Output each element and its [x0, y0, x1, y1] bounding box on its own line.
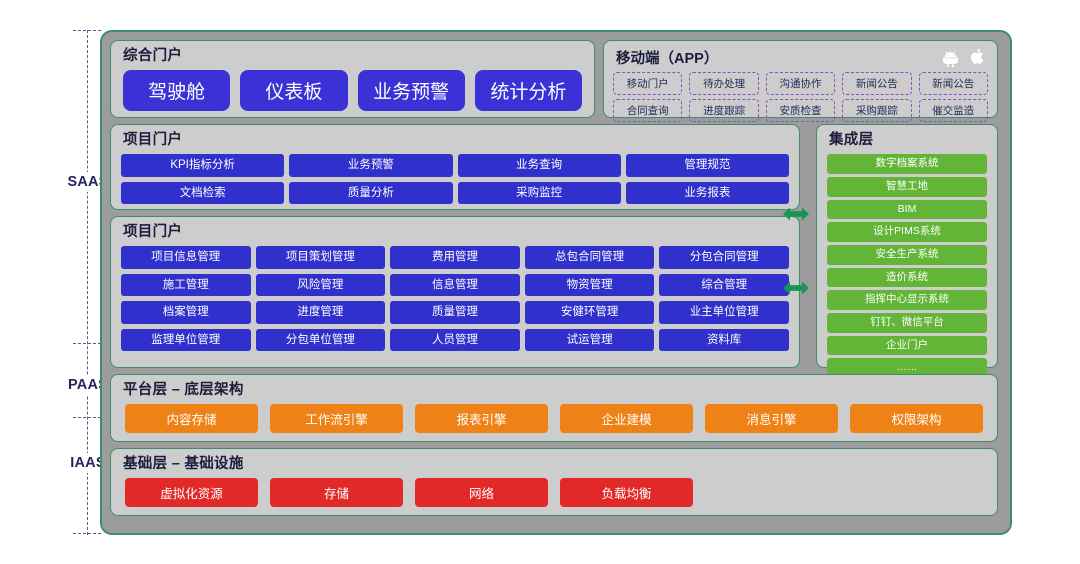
connector-arrow-bottom [782, 278, 810, 303]
module-button[interactable]: 施工管理 [121, 273, 251, 297]
kpi-button[interactable]: 采购监控 [457, 181, 621, 205]
mobile-chip[interactable]: 进度跟踪 [689, 99, 759, 122]
module-button[interactable]: 档案管理 [121, 301, 251, 324]
module-button[interactable]: 进度管理 [255, 301, 386, 324]
panel-mobile-app: 移动端（APP） 移动门户 待办处理 沟通协作 新闻公告 新闻公告 合同查询 进… [603, 40, 998, 122]
iaas-button[interactable]: 虚拟化资源 [125, 478, 258, 508]
mobile-chip-grid: 移动门户 待办处理 沟通协作 新闻公告 新闻公告 合同查询 进度跟踪 安质检查 … [604, 72, 997, 122]
module-button[interactable]: 项目策划管理 [255, 246, 386, 269]
portal-title: 综合门户 [123, 48, 183, 64]
iaas-title: 基础层 – 基础设施 [123, 456, 244, 472]
integration-item[interactable]: 设计PIMS系统 [827, 222, 987, 242]
module-button[interactable]: 信息管理 [390, 273, 520, 297]
integration-item[interactable]: 企业门户 [827, 335, 987, 356]
module-button[interactable]: 人员管理 [390, 328, 520, 351]
mobile-chip[interactable]: 新闻公告 [918, 72, 988, 95]
portal-button-row: 驾驶舱 仪表板 业务预警 统计分析 [111, 70, 594, 112]
kpi-button[interactable]: 管理规范 [625, 154, 789, 177]
module-button[interactable]: 安健环管理 [524, 301, 655, 324]
android-icon [943, 50, 958, 67]
module-button[interactable]: 物资管理 [524, 273, 655, 297]
paas-button[interactable]: 工作流引擎 [270, 404, 403, 434]
panel-infrastructure-layer: 基础层 – 基础设施 虚拟化资源 存储 网络 负载均衡 [110, 448, 998, 516]
integration-item[interactable]: BIM [827, 199, 987, 220]
apple-icon [971, 48, 984, 64]
panel-integration-layer: 集成层 数字档案系统 智慧工地 BIM 设计PIMS系统 安全生产系统 造价系统… [816, 124, 998, 378]
module-button[interactable]: 监理单位管理 [121, 328, 251, 351]
module-button[interactable]: 业主单位管理 [659, 301, 789, 324]
mobile-chip[interactable]: 合同查询 [613, 99, 683, 122]
kpi-button-grid: KPI指标分析 业务预警 业务查询 管理规范 文档检索 质量分析 采购监控 业务… [111, 154, 799, 213]
module-button[interactable]: 综合管理 [659, 273, 789, 297]
paas-title: 平台层 – 底层架构 [123, 382, 244, 398]
integration-item[interactable]: 钉钉、微信平台 [827, 312, 987, 333]
integration-item[interactable]: 安全生产系统 [827, 244, 987, 265]
kpi-button[interactable]: KPI指标分析 [121, 154, 285, 177]
integration-list: 数字档案系统 智慧工地 BIM 设计PIMS系统 安全生产系统 造价系统 指挥中… [817, 154, 997, 383]
panel-comprehensive-portal: 综合门户 驾驶舱 仪表板 业务预警 统计分析 [110, 40, 595, 118]
mobile-chip[interactable]: 新闻公告 [842, 72, 912, 95]
module-button[interactable]: 分包单位管理 [255, 328, 386, 351]
integration-item[interactable]: 智慧工地 [827, 177, 987, 197]
double-arrow-icon [783, 207, 809, 221]
modules-title: 项目门户 [123, 224, 183, 240]
axis-tick-saas-paas [73, 343, 101, 344]
axis-tick-top [73, 30, 101, 31]
architecture-diagram: SAAS PAAS IAAS 综合门户 驾驶舱 仪表板 业务预警 统计分析 移动… [0, 0, 1080, 564]
paas-button[interactable]: 消息引擎 [705, 404, 838, 434]
mobile-chip[interactable]: 沟通协作 [765, 72, 836, 95]
axis-tick-bottom [73, 533, 101, 534]
panel-project-portal-kpi: 项目门户 KPI指标分析 业务预警 业务查询 管理规范 文档检索 质量分析 采购… [110, 124, 800, 210]
iaas-button[interactable]: 网络 [415, 478, 548, 508]
mobile-chip[interactable]: 采购跟踪 [842, 99, 912, 122]
connector-arrow-top [782, 204, 810, 229]
iaas-button[interactable]: 存储 [270, 478, 403, 508]
module-button[interactable]: 质量管理 [390, 301, 520, 324]
paas-button[interactable]: 权限架构 [850, 404, 983, 434]
kpi-button[interactable]: 质量分析 [289, 181, 453, 205]
paas-button[interactable]: 内容存储 [125, 404, 258, 434]
paas-button-grid: 内容存储 工作流引擎 报表引擎 企业建模 消息引擎 权限架构 [111, 404, 997, 434]
integration-item[interactable]: 造价系统 [827, 267, 987, 288]
kpi-button[interactable]: 业务预警 [289, 154, 453, 177]
double-arrow-icon [783, 281, 809, 295]
portal-button[interactable]: 统计分析 [474, 70, 582, 112]
axis-tick-paas-iaas [73, 417, 101, 418]
kpi-button[interactable]: 文档检索 [121, 181, 285, 205]
portal-button[interactable]: 驾驶舱 [123, 70, 231, 112]
module-button[interactable]: 资料库 [659, 328, 789, 351]
integration-item[interactable]: 指挥中心显示系统 [827, 290, 987, 310]
panel-project-portal-modules: 项目门户 项目信息管理 项目策划管理 费用管理 总包合同管理 分包合同管理 施工… [110, 216, 800, 368]
mobile-chip[interactable]: 催交监造 [918, 99, 988, 122]
iaas-button[interactable]: 负载均衡 [560, 478, 693, 508]
kpi-title: 项目门户 [123, 132, 183, 148]
modules-button-grid: 项目信息管理 项目策划管理 费用管理 总包合同管理 分包合同管理 施工管理 风险… [111, 246, 799, 360]
module-button[interactable]: 分包合同管理 [659, 246, 789, 269]
iaas-button-grid: 虚拟化资源 存储 网络 负载均衡 [111, 478, 997, 508]
module-button[interactable]: 费用管理 [390, 246, 520, 269]
mobile-chip[interactable]: 安质检查 [765, 99, 836, 122]
module-button[interactable]: 总包合同管理 [524, 246, 655, 269]
os-icon-group [941, 46, 987, 67]
portal-button[interactable]: 仪表板 [240, 70, 348, 112]
paas-button[interactable]: 报表引擎 [415, 404, 548, 434]
kpi-button[interactable]: 业务报表 [625, 181, 789, 205]
integration-item[interactable]: 数字档案系统 [827, 154, 987, 175]
paas-button[interactable]: 企业建模 [560, 404, 693, 434]
module-button[interactable]: 风险管理 [255, 273, 386, 297]
panel-platform-layer: 平台层 – 底层架构 内容存储 工作流引擎 报表引擎 企业建模 消息引擎 权限架… [110, 374, 998, 442]
mobile-title: 移动端（APP） [616, 51, 719, 67]
platform-shell: 综合门户 驾驶舱 仪表板 业务预警 统计分析 移动端（APP） 移动门户 待办处… [100, 30, 1012, 535]
module-button[interactable]: 试运管理 [524, 328, 655, 351]
module-button[interactable]: 项目信息管理 [121, 246, 251, 269]
mobile-chip[interactable]: 移动门户 [613, 72, 683, 95]
portal-button[interactable]: 业务预警 [357, 70, 465, 112]
kpi-button[interactable]: 业务查询 [457, 154, 621, 177]
mobile-chip[interactable]: 待办处理 [689, 72, 759, 95]
integration-title: 集成层 [829, 132, 874, 148]
